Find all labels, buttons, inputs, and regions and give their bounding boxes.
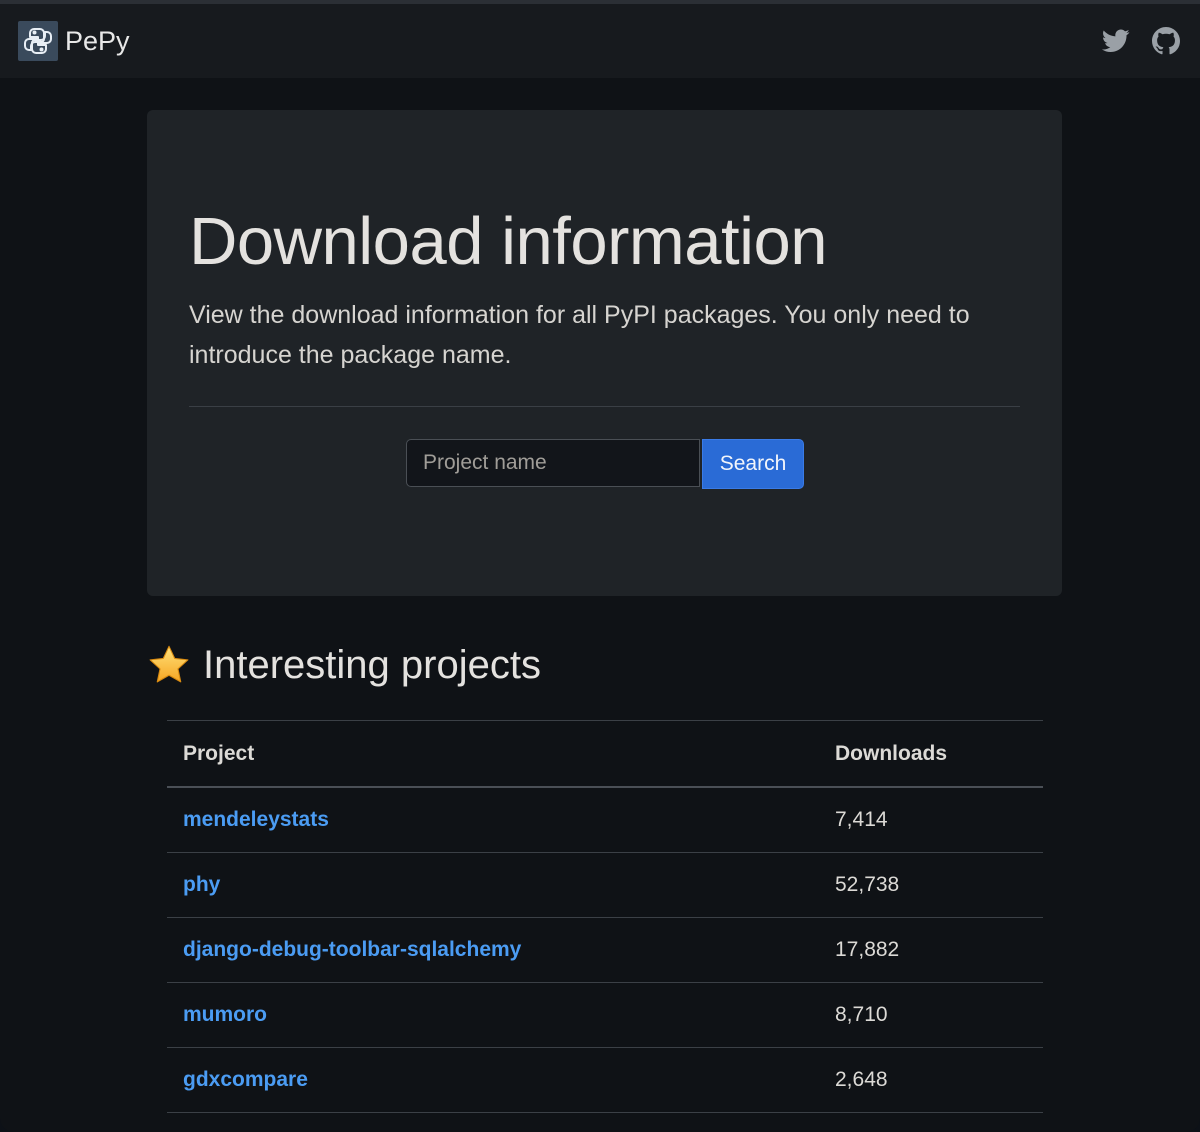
project-link[interactable]: gdxcompare [183,1068,308,1091]
project-link[interactable]: django-debug-toolbar-sqlalchemy [183,938,521,961]
table-row: django-debug-toolbar-sqlalchemy 17,882 [167,917,1043,983]
navbar: PePy [0,4,1200,78]
brand-name: PePy [65,26,130,56]
downloads-cell: 2,648 [819,1047,1043,1113]
table-row: phy 52,738 [167,852,1043,918]
downloads-cell: 8,710 [819,982,1043,1048]
table-row: mendeleystats 7,414 [167,787,1043,853]
python-logo-icon [18,21,58,61]
page-title: Download information [189,204,828,279]
project-search-input[interactable] [406,439,700,487]
projects-table: Project Downloads mendeleystats 7,414 ph… [167,720,1043,1113]
divider [189,406,1020,407]
app-window: PePy Download information View the downl… [0,0,1200,1132]
search-button[interactable]: Search [702,439,804,489]
interesting-projects-heading: Interesting projects [147,638,541,692]
project-cell: django-debug-toolbar-sqlalchemy [167,917,819,983]
projects-table-container: Project Downloads mendeleystats 7,414 ph… [167,720,1043,1113]
project-cell: phy [167,852,819,918]
project-link[interactable]: mumoro [183,1003,267,1026]
project-cell: mumoro [167,982,819,1048]
hero-description: View the download information for all Py… [189,301,970,369]
hero-panel: Download information View the download i… [147,110,1062,596]
column-header-project: Project [167,720,819,788]
column-header-downloads: Downloads [819,720,1043,788]
project-cell: gdxcompare [167,1047,819,1113]
github-icon[interactable] [1151,26,1181,56]
star-icon [147,643,191,687]
section-title-text: Interesting projects [203,643,541,687]
table-row: gdxcompare 2,648 [167,1047,1043,1113]
project-link[interactable]: phy [183,873,220,896]
brand-link[interactable]: PePy [18,21,130,61]
table-row: mumoro 8,710 [167,982,1043,1048]
twitter-icon[interactable] [1101,26,1131,56]
project-link[interactable]: mendeleystats [183,808,329,831]
downloads-cell: 7,414 [819,787,1043,853]
downloads-cell: 17,882 [819,917,1043,983]
table-header-row: Project Downloads [167,720,1043,788]
project-cell: mendeleystats [167,787,819,853]
downloads-cell: 52,738 [819,852,1043,918]
